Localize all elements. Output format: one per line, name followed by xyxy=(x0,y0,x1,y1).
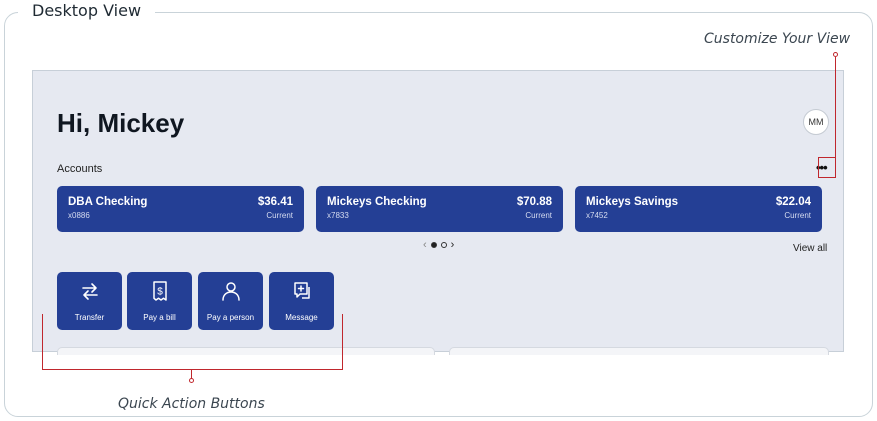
message-button[interactable]: Message xyxy=(269,272,334,330)
account-balance: $22.04 xyxy=(775,196,811,208)
callout-line xyxy=(835,57,836,178)
frame-title: Desktop View xyxy=(18,0,156,22)
transfer-button[interactable]: Transfer xyxy=(57,272,122,330)
content-panel-right xyxy=(449,347,829,355)
pay-a-bill-button[interactable]: $ Pay a bill xyxy=(127,272,192,330)
callout-quick-action-buttons: Quick Action Buttons xyxy=(118,396,265,412)
transfer-icon xyxy=(81,283,98,300)
account-card-dba-checking[interactable]: DBA Checking x0886 $36.41 Current xyxy=(57,186,304,232)
avatar[interactable]: MM xyxy=(803,109,829,135)
callout-line xyxy=(818,177,836,178)
account-balance: $36.41 xyxy=(257,196,293,208)
pay-a-bill-label: Pay a bill xyxy=(143,313,176,322)
callout-customize-view: Customize Your View xyxy=(704,31,851,47)
pager-dot[interactable] xyxy=(440,242,447,248)
pager-dot-active[interactable] xyxy=(430,242,437,248)
callout-line xyxy=(818,157,819,178)
account-number: x0886 xyxy=(68,211,90,220)
message-icon xyxy=(293,282,310,299)
account-status: Current xyxy=(784,211,811,220)
account-number: x7452 xyxy=(586,211,608,220)
account-name: Mickeys Savings xyxy=(586,196,679,208)
callout-line xyxy=(818,157,836,158)
message-label: Message xyxy=(285,313,318,322)
pay-a-person-button[interactable]: Pay a person xyxy=(198,272,263,330)
account-name: Mickeys Checking xyxy=(327,196,427,208)
account-balance: $70.88 xyxy=(516,196,552,208)
accounts-label: Accounts xyxy=(57,163,103,175)
account-number: x7833 xyxy=(327,211,349,220)
account-status: Current xyxy=(266,211,293,220)
account-status: Current xyxy=(525,211,552,220)
greeting-heading: Hi, Mickey xyxy=(57,108,185,138)
chevron-left-icon[interactable]: ‹ xyxy=(423,239,427,251)
svg-text:$: $ xyxy=(157,287,163,298)
app-screen: Hi, Mickey MM Accounts ••• DBA Checking … xyxy=(32,70,844,355)
account-card-mickeys-checking[interactable]: Mickeys Checking x7833 $70.88 Current xyxy=(316,186,563,232)
callout-anchor-dot xyxy=(189,378,194,383)
account-name: DBA Checking xyxy=(68,196,148,208)
account-card-mickeys-savings[interactable]: Mickeys Savings x7452 $22.04 Current xyxy=(575,186,822,232)
content-panel-left xyxy=(57,347,435,355)
bill-icon: $ xyxy=(152,281,167,301)
callout-line xyxy=(342,314,343,370)
account-pager: ‹ › xyxy=(423,239,454,251)
pay-a-person-label: Pay a person xyxy=(206,313,255,322)
callout-line xyxy=(42,369,343,370)
chevron-right-icon[interactable]: › xyxy=(451,239,455,251)
callout-line xyxy=(42,314,43,370)
transfer-label: Transfer xyxy=(74,313,105,322)
view-all-link[interactable]: View all xyxy=(793,243,827,254)
person-icon xyxy=(221,282,240,301)
